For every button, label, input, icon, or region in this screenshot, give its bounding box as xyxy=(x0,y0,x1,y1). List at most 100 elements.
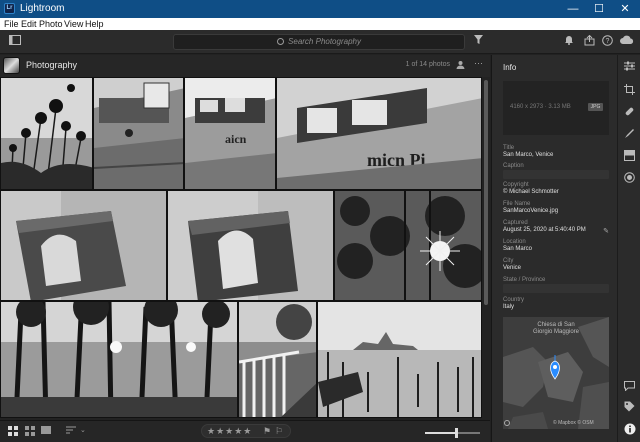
help-icon[interactable]: ? xyxy=(600,35,614,49)
info-panel: Info 4160 x 2973 · 3.13 MB JPG Title San… xyxy=(491,55,617,442)
comments-icon[interactable] xyxy=(623,381,636,394)
maximize-button[interactable]: ☐ xyxy=(586,1,612,17)
title-field[interactable]: Title San Marco, Venice xyxy=(503,145,609,158)
healing-brush-icon[interactable] xyxy=(623,106,636,119)
title-value[interactable]: San Marco, Venice xyxy=(503,152,609,158)
info-icon[interactable] xyxy=(623,423,636,436)
radial-gradient-icon[interactable] xyxy=(623,172,636,185)
location-value[interactable]: San Marco xyxy=(503,246,609,252)
city-field[interactable]: City Venice xyxy=(503,258,609,271)
menu-photo[interactable]: Photo xyxy=(39,18,63,30)
edit-date-icon[interactable]: ✎ xyxy=(603,227,609,235)
detail-view-icon[interactable] xyxy=(41,426,51,439)
cloud-icon[interactable] xyxy=(620,35,634,49)
panel-title: Info xyxy=(503,63,517,72)
photo-thumbnail[interactable] xyxy=(167,190,334,301)
brush-icon[interactable] xyxy=(623,128,636,141)
photo-thumbnail[interactable] xyxy=(0,77,93,190)
caption-label: Caption xyxy=(503,163,524,169)
city-label: City xyxy=(503,258,514,264)
photo-thumbnail[interactable] xyxy=(334,190,482,301)
flag-icon[interactable]: ⚑ xyxy=(263,425,272,437)
svg-text:aicn: aicn xyxy=(225,132,247,146)
sort-icon[interactable] xyxy=(66,426,76,437)
album-title: Photography xyxy=(26,60,78,70)
photo-grid: aicn micn Pi xyxy=(0,77,486,418)
rating-stars[interactable]: ★★★★★ xyxy=(207,426,252,436)
image-dimensions: 4160 x 2973 · 3.13 MB xyxy=(510,104,571,110)
city-value[interactable]: Venice xyxy=(503,265,609,271)
bottom-toolbar: ⌄ ★★★★★ ⚑ ⚐ xyxy=(0,420,490,442)
country-label: Country xyxy=(503,297,525,303)
menu-edit[interactable]: Edit xyxy=(21,18,37,30)
captured-field[interactable]: Captured August 25, 2020 at 5:40:40 PM ✎ xyxy=(503,220,609,235)
keywords-tag-icon[interactable] xyxy=(623,401,636,414)
lightroom-window: Lr Lightroom — ☐ ✕ File Edit Photo View … xyxy=(0,0,640,442)
caption-input[interactable] xyxy=(503,170,609,179)
people-icon[interactable] xyxy=(456,60,465,71)
search-placeholder: Search Photography xyxy=(288,37,361,46)
edit-sliders-icon[interactable] xyxy=(623,61,636,74)
photo-thumbnail[interactable] xyxy=(0,301,238,418)
window-title: Lightroom xyxy=(20,3,65,14)
file-metadata-box: 4160 x 2973 · 3.13 MB JPG xyxy=(503,81,609,135)
lightroom-app-icon: Lr xyxy=(4,3,15,14)
photo-thumbnail[interactable] xyxy=(317,301,482,418)
menu-file[interactable]: File xyxy=(4,18,19,30)
location-field[interactable]: Location San Marco xyxy=(503,239,609,252)
reject-flag-icon[interactable]: ⚐ xyxy=(275,425,284,437)
photo-thumbnail[interactable]: aicn xyxy=(184,77,276,190)
bell-icon[interactable] xyxy=(562,35,576,49)
zoom-slider-fill xyxy=(425,432,456,434)
caption-field[interactable]: Caption xyxy=(503,163,609,179)
svg-text:?: ? xyxy=(605,38,609,45)
panel-toggle-icon[interactable] xyxy=(8,35,22,49)
location-map[interactable]: Chiesa di San Giorgio Maggiore © Mapbox … xyxy=(503,317,609,429)
search-icon xyxy=(277,38,285,45)
captured-label: Captured xyxy=(503,220,528,226)
star-rating[interactable]: ★★★★★ ⚑ ⚐ xyxy=(201,424,291,438)
menu-help[interactable]: Help xyxy=(85,18,104,30)
filename-field[interactable]: File Name SanMarcoVenice.jpg xyxy=(503,201,609,214)
captured-value: August 25, 2020 at 5:40:40 PM xyxy=(503,227,586,233)
grid-header: Photography 1 of 14 photos ··· xyxy=(0,55,490,77)
square-grid-view-icon[interactable] xyxy=(25,426,35,439)
filter-icon[interactable] xyxy=(471,35,485,49)
photo-thumbnail[interactable]: micn Pi xyxy=(276,77,482,190)
country-value[interactable]: Italy xyxy=(503,304,609,310)
menu-view[interactable]: View xyxy=(64,18,83,30)
map-attribution: © Mapbox © OSM xyxy=(553,420,594,426)
crop-icon[interactable] xyxy=(623,84,636,97)
menu-bar: File Edit Photo View Help xyxy=(0,18,640,30)
title-label: Title xyxy=(503,145,515,151)
state-field[interactable]: State / Province xyxy=(503,277,609,293)
more-options-icon[interactable]: ··· xyxy=(474,58,483,68)
zoom-slider-handle[interactable] xyxy=(455,428,458,438)
grid-view-icon[interactable] xyxy=(8,426,18,439)
search-input[interactable]: Search Photography xyxy=(173,34,465,50)
photo-thumbnail[interactable] xyxy=(238,301,317,418)
state-label: State / Province xyxy=(503,277,546,283)
close-button[interactable]: ✕ xyxy=(612,1,638,17)
file-format-badge: JPG xyxy=(588,103,603,111)
filename-label: File Name xyxy=(503,201,531,207)
copyright-label: Copyright xyxy=(503,182,529,188)
photo-thumbnail[interactable] xyxy=(93,77,184,190)
photo-count: 1 of 14 photos xyxy=(405,61,450,68)
grid-scrollbar[interactable] xyxy=(484,80,488,305)
map-place-label: Chiesa di San Giorgio Maggiore xyxy=(532,322,580,335)
linear-gradient-icon[interactable] xyxy=(623,150,636,163)
state-input[interactable] xyxy=(503,284,609,293)
album-avatar xyxy=(3,57,20,74)
top-toolbar: Search Photography ? xyxy=(0,30,640,54)
chevron-down-icon[interactable]: ⌄ xyxy=(80,426,86,434)
copyright-value[interactable]: © Michael Schmotter xyxy=(503,189,609,195)
copyright-field[interactable]: Copyright © Michael Schmotter xyxy=(503,182,609,195)
location-label: Location xyxy=(503,239,526,245)
title-bar: Lr Lightroom — ☐ ✕ xyxy=(0,0,640,18)
photo-thumbnail[interactable] xyxy=(0,190,167,301)
share-icon[interactable] xyxy=(582,34,596,49)
filename-value[interactable]: SanMarcoVenice.jpg xyxy=(503,208,609,214)
minimize-button[interactable]: — xyxy=(560,1,586,17)
country-field[interactable]: Country Italy xyxy=(503,297,609,310)
